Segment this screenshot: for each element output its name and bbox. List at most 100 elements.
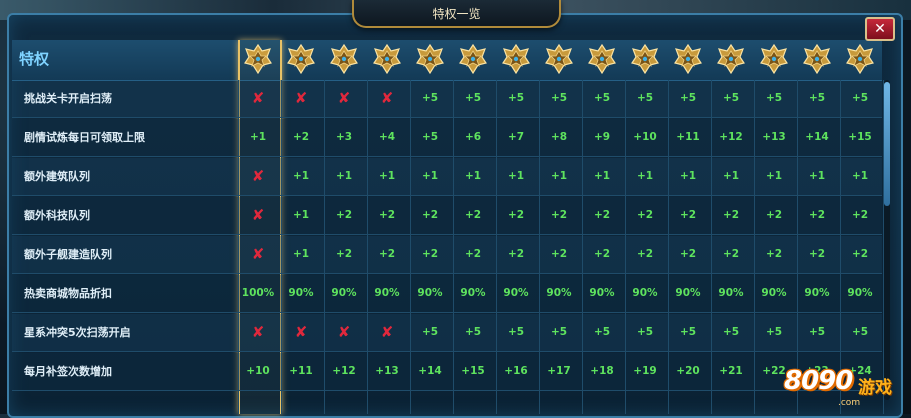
privilege-value: +20 [676,365,700,377]
privilege-value: +13 [762,131,786,143]
privilege-value: +1 [679,170,697,182]
privilege-value: +2 [593,209,611,221]
privilege-value: +1 [593,170,611,182]
privilege-value: +2 [421,248,439,260]
privilege-value: 90% [804,287,830,299]
header-label: 特权 [19,50,50,68]
privilege-value: +2 [593,248,611,260]
privilege-value: 100% [241,287,275,299]
privilege-value: +5 [722,326,740,338]
privilege-label: 额外子舰建造队列 [24,248,112,261]
privilege-value: +14 [418,365,442,377]
privilege-value: +6 [464,131,482,143]
privilege-value: +1 [421,170,439,182]
privilege-value: +12 [332,365,356,377]
privilege-value: +5 [808,326,826,338]
privilege-value: +1 [464,170,482,182]
privilege-value: 90% [589,287,615,299]
privilege-value: +2 [851,209,869,221]
watermark-brand: 8090 [784,366,853,396]
privilege-value: +5 [636,326,654,338]
privilege-value: +5 [421,326,439,338]
vip-rank-2-icon [329,43,359,75]
privilege-value: +5 [464,92,482,104]
privilege-value: +7 [507,131,525,143]
privilege-value: +5 [679,326,697,338]
privilege-value: +12 [719,131,743,143]
privilege-value: +8 [550,131,568,143]
privilege-value: +3 [335,131,353,143]
privilege-label: 额外科技队列 [24,209,90,222]
privilege-value: +1 [292,248,310,260]
locked-x-icon: ✘ [380,323,394,341]
privilege-value: +2 [378,248,396,260]
privilege-value: +2 [292,131,310,143]
close-button[interactable]: ✕ [865,17,895,41]
privilege-value: 90% [331,287,357,299]
privilege-value: +5 [550,326,568,338]
table-row: 星系冲突5次扫荡开启 ✘ ✘ ✘ ✘ +5 +5 +5 +5 +5 +5 +5 +5 +5 +5 +5 [12,314,882,352]
column-divider [797,80,798,414]
column-divider [625,80,626,414]
privilege-label: 剧情试炼每日可领取上限 [24,131,145,144]
column-divider [539,80,540,414]
locked-x-icon: ✘ [337,323,351,341]
vip-rank-11-icon [716,43,746,75]
vip-rank-3-icon [372,43,402,75]
privilege-label: 星系冲突5次扫荡开启 [24,326,131,339]
privilege-value: +2 [507,248,525,260]
privilege-value: +2 [679,209,697,221]
vip-rank-7-icon [544,43,574,75]
privilege-value: +2 [550,248,568,260]
privilege-value: +1 [507,170,525,182]
privilege-value: +1 [765,170,783,182]
privilege-value: +2 [636,209,654,221]
privilege-value: +5 [593,326,611,338]
privilege-value: 90% [675,287,701,299]
privilege-value: +15 [848,131,872,143]
column-divider [367,80,368,414]
vip-rank-6-icon [501,43,531,75]
locked-x-icon: ✘ [251,89,265,107]
column-divider [324,80,325,414]
privilege-value: +13 [375,365,399,377]
privilege-value: 90% [546,287,572,299]
privilege-label: 热卖商城物品折扣 [24,287,112,300]
privilege-value: +5 [593,92,611,104]
privilege-value: +5 [679,92,697,104]
column-divider [238,80,239,414]
privilege-value: +5 [851,92,869,104]
privilege-value: +2 [335,248,353,260]
privilege-value: +2 [335,209,353,221]
privilege-value: +1 [851,170,869,182]
privilege-value: 90% [460,287,486,299]
privilege-value: +2 [507,209,525,221]
table-row: 剧情试炼每日可领取上限 +1 +2 +3 +4 +5 +6 +7 +8 +9 +10 +11 +12 +1… [12,119,882,157]
privilege-value: +1 [292,209,310,221]
privilege-value: +2 [808,209,826,221]
column-divider [410,80,411,414]
privilege-value: +2 [464,209,482,221]
privilege-value: +5 [808,92,826,104]
privilege-value: +2 [765,248,783,260]
privilege-value: +18 [590,365,614,377]
privilege-value: +1 [550,170,568,182]
privilege-value: +2 [464,248,482,260]
privilege-value: +5 [765,326,783,338]
privilege-value: +1 [292,170,310,182]
privilege-value: +5 [507,92,525,104]
vip-rank-12-icon [759,43,789,75]
privilege-value: +16 [504,365,528,377]
locked-x-icon: ✘ [251,245,265,263]
vip-rank-13-icon [802,43,832,75]
privilege-value: +4 [378,131,396,143]
privilege-value: +2 [679,248,697,260]
privilege-value: 90% [417,287,443,299]
privilege-value: 90% [288,287,314,299]
locked-x-icon: ✘ [251,167,265,185]
privilege-value: +14 [805,131,829,143]
scrollbar-thumb[interactable] [884,82,890,206]
vip-rank-1-icon [286,43,316,75]
column-divider [453,80,454,414]
privilege-value: +2 [851,248,869,260]
